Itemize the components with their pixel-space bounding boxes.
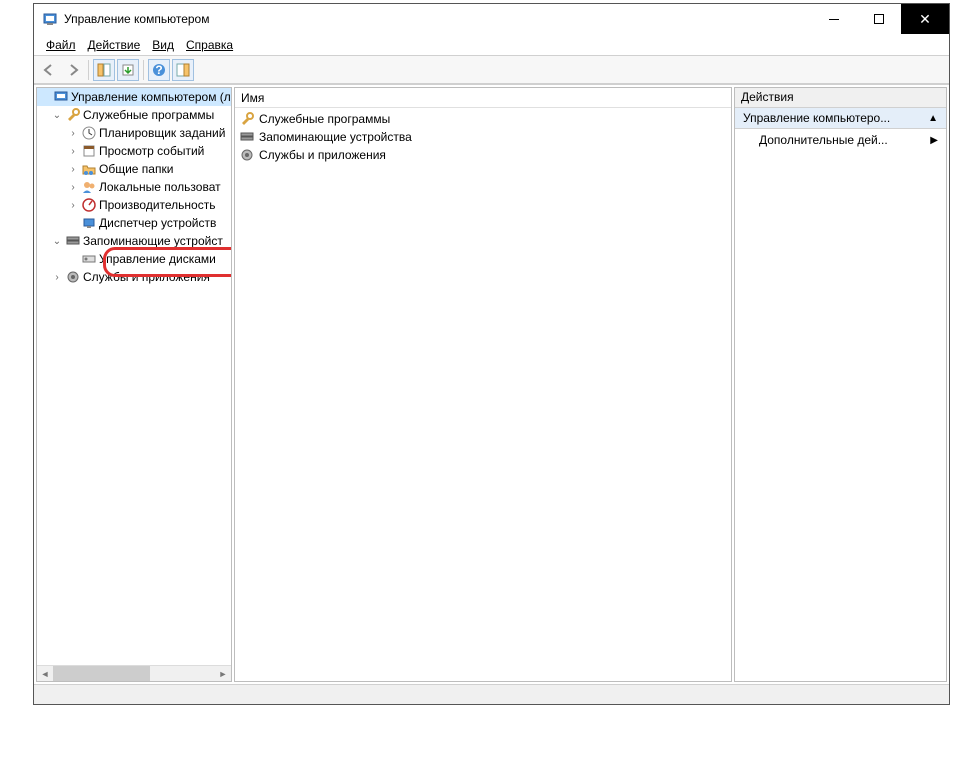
users-icon	[81, 179, 97, 195]
export-list-button[interactable]	[117, 59, 139, 81]
tree-shared-folders[interactable]: › Общие папки	[37, 160, 231, 178]
device-icon	[81, 215, 97, 231]
scroll-thumb[interactable]	[53, 666, 150, 681]
tree-body: Управление компьютером (л ⌄ Служебные пр…	[37, 88, 231, 665]
list-item[interactable]: Служебные программы	[239, 110, 727, 128]
expand-icon[interactable]: ›	[67, 128, 79, 139]
tools-icon	[239, 111, 255, 127]
chevron-right-icon: ▶	[930, 135, 938, 146]
toolbar: ?	[34, 56, 949, 84]
statusbar	[34, 684, 949, 704]
list-item[interactable]: Службы и приложения	[239, 146, 727, 164]
column-name: Имя	[241, 91, 264, 105]
svg-text:?: ?	[155, 63, 162, 77]
actions-section[interactable]: Управление компьютеро... ▲	[735, 108, 946, 129]
scroll-left-button[interactable]: ◄	[37, 666, 53, 681]
toolbar-separator	[88, 60, 89, 80]
menu-action[interactable]: Действие	[82, 36, 147, 54]
computer-management-window: Управление компьютером ✕ Файл Действие В…	[33, 3, 950, 705]
collapse-icon[interactable]: ⌄	[51, 236, 63, 247]
action-label: Дополнительные дей...	[759, 133, 888, 147]
tree-event-viewer[interactable]: › Просмотр событий	[37, 142, 231, 160]
disk-icon	[81, 251, 97, 267]
list-header[interactable]: Имя	[235, 88, 731, 108]
action-section-label: Управление компьютеро...	[743, 111, 890, 125]
maximize-button[interactable]	[856, 4, 901, 34]
toolbar-separator	[143, 60, 144, 80]
help-button[interactable]: ?	[148, 59, 170, 81]
actions-header: Действия	[735, 88, 946, 108]
collapse-icon[interactable]: ⌄	[51, 110, 63, 121]
tree-system-tools[interactable]: ⌄ Служебные программы	[37, 106, 231, 124]
performance-icon	[81, 197, 97, 213]
list-panel: Имя Служебные программы Запоминающие уст…	[234, 87, 732, 682]
tree-device-manager[interactable]: Диспетчер устройств	[37, 214, 231, 232]
storage-icon	[65, 233, 81, 249]
tree-panel: Управление компьютером (л ⌄ Служебные пр…	[36, 87, 232, 682]
list-body: Служебные программы Запоминающие устройс…	[235, 108, 731, 681]
storage-icon	[239, 129, 255, 145]
tree-label: Диспетчер устройств	[99, 216, 216, 230]
tree-services-apps[interactable]: › Службы и приложения	[37, 268, 231, 286]
shared-folder-icon	[81, 161, 97, 177]
nav-back-button[interactable]	[38, 59, 60, 81]
event-icon	[81, 143, 97, 159]
list-label: Службы и приложения	[259, 148, 386, 162]
list-item[interactable]: Запоминающие устройства	[239, 128, 727, 146]
menu-file[interactable]: Файл	[40, 36, 82, 54]
tree-task-scheduler[interactable]: › Планировщик заданий	[37, 124, 231, 142]
tree-disk-management[interactable]: Управление дисками	[37, 250, 231, 268]
show-actions-button[interactable]	[172, 59, 194, 81]
tree-label: Управление компьютером (л	[71, 90, 231, 104]
scroll-right-button[interactable]: ►	[215, 666, 231, 681]
expand-icon[interactable]: ›	[67, 182, 79, 193]
expand-icon[interactable]: ›	[67, 146, 79, 157]
close-button[interactable]: ✕	[901, 4, 949, 34]
tree-label: Производительность	[99, 198, 215, 212]
menu-help[interactable]: Справка	[180, 36, 239, 54]
services-icon	[65, 269, 81, 285]
expand-icon[interactable]: ›	[51, 272, 63, 283]
content-area: Управление компьютером (л ⌄ Служебные пр…	[34, 84, 949, 684]
actions-panel: Действия Управление компьютеро... ▲ Допо…	[734, 87, 947, 682]
minimize-button[interactable]	[811, 4, 856, 34]
tree-scrollbar[interactable]: ◄ ►	[37, 665, 231, 681]
scroll-track[interactable]	[53, 666, 215, 681]
tree-root[interactable]: Управление компьютером (л	[37, 88, 231, 106]
tree-label: Управление дисками	[99, 252, 216, 266]
tree-label: Планировщик заданий	[99, 126, 225, 140]
window-title: Управление компьютером	[64, 12, 811, 26]
list-label: Служебные программы	[259, 112, 390, 126]
tree-performance[interactable]: › Производительность	[37, 196, 231, 214]
titlebar: Управление компьютером ✕	[34, 4, 949, 34]
tools-icon	[65, 107, 81, 123]
tree-label: Локальные пользоват	[99, 180, 221, 194]
tree-label: Общие папки	[99, 162, 173, 176]
computer-icon	[53, 89, 69, 105]
tree-label: Просмотр событий	[99, 144, 204, 158]
menu-view[interactable]: Вид	[146, 36, 180, 54]
tree-label: Служебные программы	[83, 108, 214, 122]
expand-icon[interactable]: ›	[67, 200, 79, 211]
clock-icon	[81, 125, 97, 141]
expand-icon[interactable]: ›	[67, 164, 79, 175]
show-hide-tree-button[interactable]	[93, 59, 115, 81]
list-label: Запоминающие устройства	[259, 130, 412, 144]
app-icon	[42, 11, 58, 27]
tree-storage[interactable]: ⌄ Запоминающие устройст	[37, 232, 231, 250]
menubar: Файл Действие Вид Справка	[34, 34, 949, 56]
tree-label: Службы и приложения	[83, 270, 210, 284]
collapse-icon: ▲	[928, 113, 938, 124]
window-controls: ✕	[811, 4, 949, 34]
action-more[interactable]: Дополнительные дей... ▶	[735, 129, 946, 151]
services-icon	[239, 147, 255, 163]
nav-forward-button[interactable]	[62, 59, 84, 81]
tree-local-users[interactable]: › Локальные пользоват	[37, 178, 231, 196]
tree-label: Запоминающие устройст	[83, 234, 223, 248]
